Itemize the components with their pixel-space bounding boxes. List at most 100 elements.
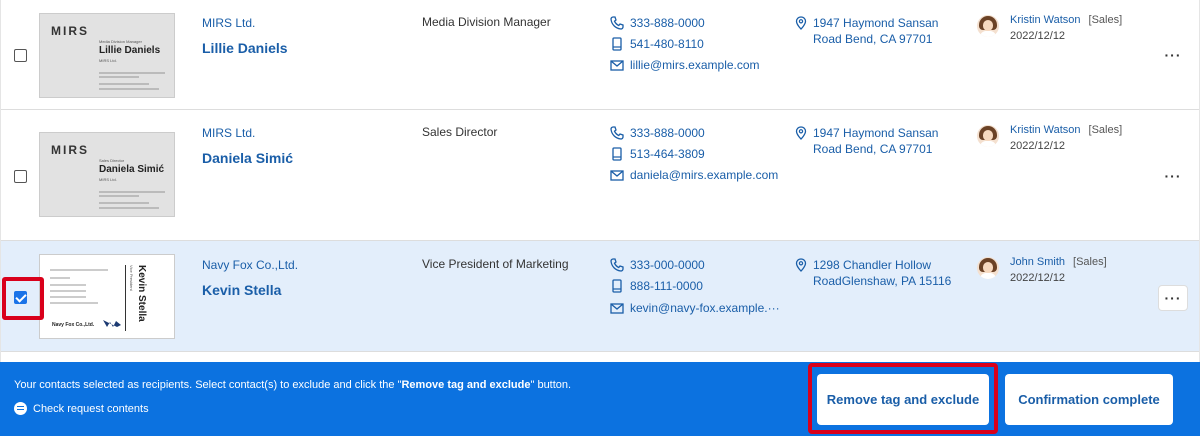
owner-name[interactable]: Kristin Watson	[1010, 14, 1081, 26]
navy-fox-logo-icon	[103, 320, 121, 327]
address-link[interactable]: 1298 Chandler Hollow RoadGlenshaw, PA 15…	[795, 257, 955, 289]
card-text-line	[99, 76, 139, 78]
business-card-image[interactable]: MIRS Sales Director Daniela Simić MIRS L…	[39, 132, 175, 217]
address-link[interactable]: 1947 Haymond Sansan Road Bend, CA 97701	[795, 15, 945, 47]
mail-icon	[610, 60, 624, 71]
card-divider	[125, 265, 126, 331]
business-card-image[interactable]: Vice President Kevin Stella Navy Fox Co.…	[39, 254, 175, 339]
job-title: Vice President of Marketing	[422, 257, 569, 271]
address-link[interactable]: 1947 Haymond Sansan Road Bend, CA 97701	[795, 125, 945, 157]
instruction-message: Your contacts selected as recipients. Se…	[14, 379, 571, 391]
owner-department: [Sales]	[1088, 14, 1123, 26]
owner-department: [Sales]	[1088, 124, 1123, 136]
mail-icon	[610, 170, 624, 181]
mobile-phone-icon	[612, 37, 622, 51]
owner-name[interactable]: John Smith	[1010, 256, 1065, 268]
company-name[interactable]: Navy Fox Co.,Ltd.	[202, 258, 298, 272]
address-text: 1947 Haymond Sansan Road Bend, CA 97701	[813, 126, 939, 156]
card-company: Navy Fox Co.,Ltd.	[52, 322, 95, 328]
contact-row-selected[interactable]: Vice President Kevin Stella Navy Fox Co.…	[1, 241, 1199, 352]
phone-number: 333-000-0000	[630, 258, 705, 272]
mobile-phone-icon	[612, 279, 622, 293]
location-pin-icon	[795, 258, 807, 272]
avatar	[977, 257, 999, 279]
job-title: Sales Director	[422, 125, 498, 139]
card-title: Sales Director	[99, 158, 125, 163]
row-checkbox[interactable]	[14, 170, 27, 183]
mobile-link[interactable]: 541-480-8110	[610, 37, 704, 51]
card-text-line	[50, 269, 108, 271]
card-text-line	[99, 83, 149, 85]
row-checkbox[interactable]	[14, 49, 27, 62]
phone-link[interactable]: 333-888-0000	[610, 126, 705, 140]
avatar	[977, 15, 999, 37]
more-horizontal-icon: ···	[1164, 47, 1182, 63]
check-request-link[interactable]: Check request contents	[14, 402, 149, 415]
card-text-line	[99, 195, 139, 197]
contact-name[interactable]: Daniela Simić	[202, 150, 293, 166]
phone-link[interactable]: 333-000-0000	[610, 258, 705, 272]
email-link[interactable]: lillie@mirs.example.com	[610, 58, 760, 72]
card-text-line	[50, 284, 86, 286]
contact-name[interactable]: Kevin Stella	[202, 282, 281, 298]
card-name: Daniela Simić	[99, 164, 165, 175]
card-text-line	[50, 277, 70, 279]
company-name[interactable]: MIRS Ltd.	[202, 126, 255, 140]
mobile-phone-icon	[612, 147, 622, 161]
exchange-date: 2022/12/12	[1010, 272, 1066, 284]
more-horizontal-icon: ···	[1164, 290, 1182, 306]
mobile-number: 888-111-0000	[630, 279, 703, 293]
owner-info: John Smith [Sales] 2022/12/12	[977, 256, 1107, 284]
button-highlight-frame	[808, 363, 998, 434]
message-text: Your contacts selected as recipients. Se…	[14, 379, 402, 391]
card-text-line	[50, 302, 98, 304]
contact-row[interactable]: MIRS Sales Director Daniela Simić MIRS L…	[1, 110, 1199, 241]
mobile-link[interactable]: 888-111-0000	[610, 279, 703, 293]
card-text-line	[50, 290, 86, 292]
contact-row[interactable]: MIRS Media Division Manager Lillie Danie…	[1, 0, 1199, 110]
more-horizontal-icon: ···	[1164, 168, 1182, 184]
mobile-number: 513-464-3809	[630, 147, 705, 161]
confirmation-complete-button[interactable]: Confirmation complete	[1005, 374, 1173, 425]
card-title-vertical: Vice President	[129, 265, 134, 291]
owner-info: Kristin Watson [Sales] 2022/12/12	[977, 124, 1122, 152]
contact-name[interactable]: Lillie Daniels	[202, 40, 288, 56]
card-brand: MIRS	[51, 24, 89, 38]
card-text-line	[99, 207, 159, 209]
email-address: lillie@mirs.example.com	[630, 58, 760, 72]
email-link[interactable]: daniela@mirs.example.com	[610, 168, 778, 182]
owner-name[interactable]: Kristin Watson	[1010, 124, 1081, 136]
message-emphasis: Remove tag and exclude	[401, 379, 531, 391]
card-company: MIRS Ltd.	[99, 177, 117, 182]
card-name: Kevin Stella	[136, 265, 147, 322]
owner-info: Kristin Watson [Sales] 2022/12/12	[977, 14, 1122, 42]
phone-icon	[610, 126, 624, 140]
email-link[interactable]: kevin@navy-fox.example.···	[610, 301, 780, 315]
job-title: Media Division Manager	[422, 15, 551, 29]
check-request-label: Check request contents	[33, 402, 149, 415]
card-company: MIRS Ltd.	[99, 58, 117, 63]
card-text-line	[50, 296, 86, 298]
card-text-line	[99, 72, 165, 74]
phone-icon	[610, 16, 624, 30]
address-text: 1947 Haymond Sansan Road Bend, CA 97701	[813, 16, 939, 46]
more-menu-button[interactable]: ···	[1158, 42, 1188, 68]
location-pin-icon	[795, 126, 807, 140]
card-text-line	[99, 191, 165, 193]
exchange-date: 2022/12/12	[1010, 140, 1066, 152]
phone-icon	[610, 258, 624, 272]
business-card-image[interactable]: MIRS Media Division Manager Lillie Danie…	[39, 13, 175, 98]
exchange-date: 2022/12/12	[1010, 30, 1066, 42]
more-menu-button[interactable]: ···	[1158, 163, 1188, 189]
more-menu-button[interactable]: ···	[1158, 285, 1188, 311]
contact-list: MIRS Media Division Manager Lillie Danie…	[0, 0, 1200, 362]
email-address: daniela@mirs.example.com	[630, 168, 779, 182]
checkbox-highlight-frame	[2, 277, 44, 320]
chat-bubble-icon	[14, 402, 27, 415]
card-title: Media Division Manager	[99, 39, 142, 44]
mail-icon	[610, 303, 624, 314]
mobile-link[interactable]: 513-464-3809	[610, 147, 705, 161]
phone-link[interactable]: 333-888-0000	[610, 16, 705, 30]
company-name[interactable]: MIRS Ltd.	[202, 16, 255, 30]
avatar	[977, 125, 999, 147]
